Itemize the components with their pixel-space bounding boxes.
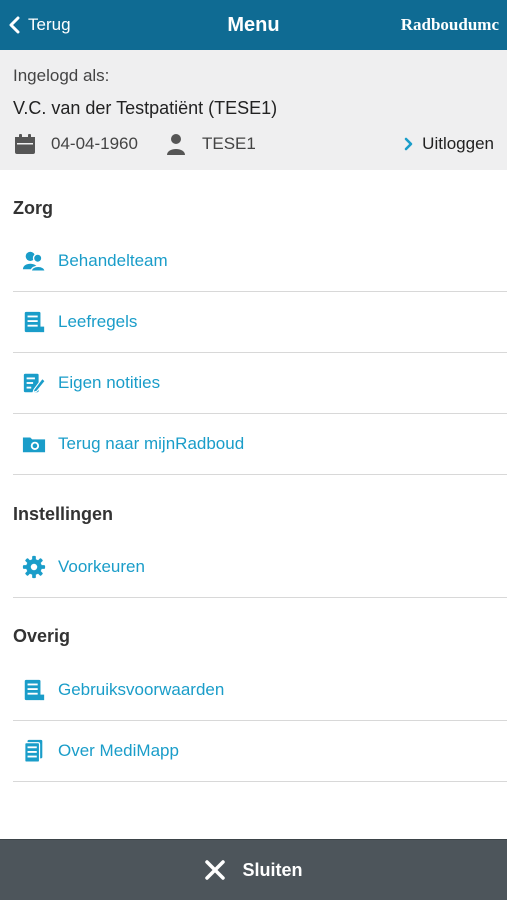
back-label: Terug	[28, 15, 71, 34]
close-icon	[205, 860, 226, 880]
logged-in-label: Ingelogd als:	[13, 66, 110, 85]
user-meta: 04-04-1960 TESE1	[13, 130, 256, 158]
menu-item-voorkeuren[interactable]: Voorkeuren	[13, 537, 507, 598]
menu-item-behandelteam[interactable]: Behandelteam	[13, 231, 507, 292]
calendar-icon	[15, 134, 35, 154]
menu-item-label: Leefregels	[58, 312, 138, 331]
top-navigation-bar: Terug Menu Radboudumc	[0, 0, 507, 50]
menu-item-terug-naar-mijnradboud[interactable]: Terug naar mijnRadboud	[13, 414, 507, 475]
menu-item-over-medimapp[interactable]: Over MediMapp	[13, 721, 507, 782]
user-id: TESE1	[201, 134, 256, 153]
chevron-left-icon	[9, 16, 20, 34]
gear-icon	[21, 554, 47, 580]
menu-item-label: Gebruiksvoorwaarden	[58, 680, 225, 699]
menu-item-label: Behandelteam	[58, 251, 168, 270]
edit-note-icon	[21, 370, 47, 396]
menu-item-label: Eigen notities	[58, 373, 161, 392]
menu-item-label: Voorkeuren	[58, 557, 145, 576]
info-document-icon	[21, 738, 47, 764]
logout-link[interactable]: Uitloggen	[404, 130, 494, 158]
menu-item-leefregels[interactable]: Leefregels	[13, 292, 507, 353]
menu-item-label: Over MediMapp	[58, 741, 179, 760]
document-icon	[21, 677, 47, 703]
back-button[interactable]: Terug	[8, 0, 71, 50]
team-icon	[21, 248, 47, 274]
menu-item-eigen-notities[interactable]: Eigen notities	[13, 353, 507, 414]
person-icon	[166, 134, 185, 155]
chevron-right-icon	[404, 137, 413, 151]
user-info-panel: Ingelogd als: V.C. van der Testpatiënt (…	[0, 50, 507, 170]
section-heading-zorg: Zorg	[13, 198, 53, 218]
menu-item-gebruiksvoorwaarden[interactable]: Gebruiksvoorwaarden	[13, 660, 507, 721]
section-heading-instellingen: Instellingen	[13, 504, 114, 524]
brand-logo: Radboudumc	[400, 15, 499, 34]
user-name: V.C. van der Testpatiënt (TESE1)	[13, 98, 278, 118]
date-of-birth: 04-04-1960	[51, 134, 138, 153]
close-button[interactable]: Sluiten	[0, 839, 507, 900]
folder-icon	[21, 431, 47, 457]
document-icon	[21, 309, 47, 335]
menu-item-label: Terug naar mijnRadboud	[58, 434, 245, 453]
logout-label: Uitloggen	[422, 134, 494, 153]
section-heading-overig: Overig	[13, 626, 71, 646]
close-label: Sluiten	[242, 859, 303, 880]
